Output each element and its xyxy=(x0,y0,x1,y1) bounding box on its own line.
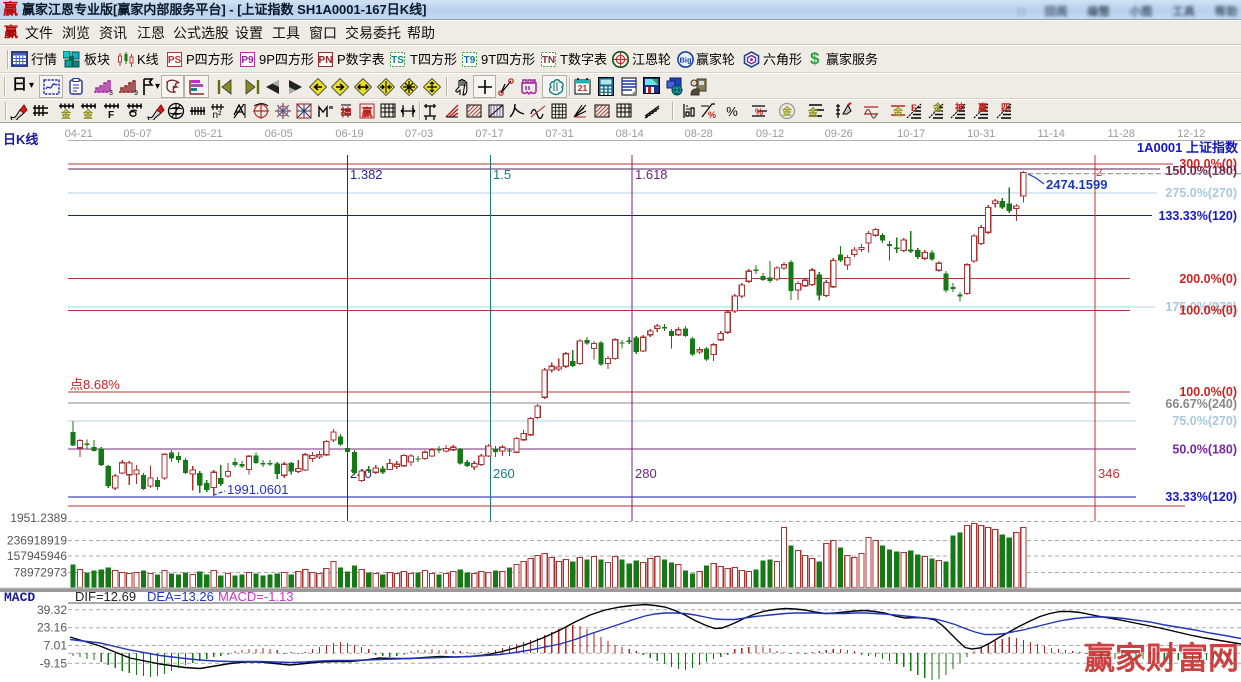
svg-text:点8.68%: 点8.68% xyxy=(70,377,120,392)
svg-text:1.5: 1.5 xyxy=(493,167,511,182)
svg-text:四: 四 xyxy=(1001,103,1011,114)
svg-text:金: 金 xyxy=(892,106,904,119)
svg-text:157945946: 157945946 xyxy=(7,549,67,563)
svg-text:金: 金 xyxy=(781,105,793,118)
svg-text:75.0%(270): 75.0%(270) xyxy=(1172,414,1237,428)
svg-text:07-31: 07-31 xyxy=(545,128,573,140)
svg-text:DEA=13.26: DEA=13.26 xyxy=(147,589,214,604)
svg-text:1991.0601: 1991.0601 xyxy=(227,482,288,497)
svg-text:神: 神 xyxy=(955,102,965,114)
svg-text:F: F xyxy=(911,103,917,114)
svg-text:21: 21 xyxy=(578,83,588,93)
svg-text:07-03: 07-03 xyxy=(405,128,433,140)
svg-text:06-19: 06-19 xyxy=(335,128,363,140)
svg-text:08-28: 08-28 xyxy=(685,128,713,140)
svg-text:7.01: 7.01 xyxy=(44,639,68,653)
svg-text:11-14: 11-14 xyxy=(1038,128,1065,140)
svg-text:%: % xyxy=(708,110,716,120)
svg-text:MACD: MACD xyxy=(4,590,35,605)
svg-text:MACD=-1.13: MACD=-1.13 xyxy=(218,589,294,604)
svg-text:PS: PS xyxy=(168,55,182,66)
svg-text:日K线: 日K线 xyxy=(3,132,38,147)
svg-text:346: 346 xyxy=(1098,466,1120,481)
svg-text:39.32: 39.32 xyxy=(37,603,67,617)
svg-text:275.0%(270): 275.0%(270) xyxy=(1165,186,1237,200)
svg-text:1.618: 1.618 xyxy=(635,167,668,182)
svg-text:09-12: 09-12 xyxy=(756,128,784,140)
svg-text:07-17: 07-17 xyxy=(475,128,503,140)
svg-text:200.0%(0): 200.0%(0) xyxy=(1179,272,1237,286)
svg-text:赢: 赢 xyxy=(362,105,373,119)
svg-text:260: 260 xyxy=(493,466,515,481)
svg-text:50.0%(180): 50.0%(180) xyxy=(1172,443,1237,457)
svg-text:1A0001 上证指数: 1A0001 上证指数 xyxy=(1137,140,1239,155)
svg-text:33.33%(120): 33.33%(120) xyxy=(1165,490,1237,504)
svg-text:金: 金 xyxy=(60,108,72,120)
svg-text:赢: 赢 xyxy=(978,102,988,114)
svg-text:08-14: 08-14 xyxy=(616,128,644,140)
svg-text:04-21: 04-21 xyxy=(65,128,93,140)
svg-text:150.0%(180): 150.0%(180) xyxy=(1165,164,1237,178)
svg-text:10-17: 10-17 xyxy=(897,128,925,140)
svg-text:133.33%(120): 133.33%(120) xyxy=(1158,209,1237,223)
svg-text:P9: P9 xyxy=(241,55,254,66)
svg-text:236918919: 236918919 xyxy=(7,534,67,548)
svg-text:78972973: 78972973 xyxy=(14,566,68,580)
svg-text:T9: T9 xyxy=(464,55,476,66)
svg-text:09-26: 09-26 xyxy=(825,128,853,140)
svg-text:金: 金 xyxy=(932,102,943,114)
svg-text:06-05: 06-05 xyxy=(265,128,293,140)
svg-text:3: 3 xyxy=(109,90,113,96)
svg-text:-9.15: -9.15 xyxy=(40,656,68,670)
svg-text:11-28: 11-28 xyxy=(1108,128,1135,140)
svg-text:05-21: 05-21 xyxy=(194,128,222,140)
svg-text:1.382: 1.382 xyxy=(350,167,383,182)
svg-text:2474.1599: 2474.1599 xyxy=(1046,177,1107,192)
svg-text:66.67%(240): 66.67%(240) xyxy=(1165,397,1237,411)
svg-text:赢家财富网: 赢家财富网 xyxy=(1084,641,1239,676)
svg-text:9: 9 xyxy=(134,90,138,96)
svg-text:280: 280 xyxy=(635,466,657,481)
svg-text:23.16: 23.16 xyxy=(37,621,67,635)
svg-text:TS: TS xyxy=(391,55,404,66)
svg-text:05-07: 05-07 xyxy=(123,128,151,140)
svg-text:10-31: 10-31 xyxy=(967,128,995,140)
svg-text:PN: PN xyxy=(319,55,333,66)
svg-text:100.0%(0): 100.0%(0) xyxy=(1179,304,1237,318)
svg-text:神: 神 xyxy=(341,105,352,119)
svg-text:金: 金 xyxy=(82,108,94,120)
svg-text:%: % xyxy=(726,104,738,119)
svg-text:金: 金 xyxy=(807,106,819,119)
svg-text:DIF=12.69: DIF=12.69 xyxy=(75,589,136,604)
svg-text:F: F xyxy=(108,110,114,120)
svg-text:12-12: 12-12 xyxy=(1177,128,1205,140)
svg-text:Big: Big xyxy=(679,56,692,65)
svg-text:TN: TN xyxy=(542,55,555,66)
svg-text:n²: n² xyxy=(213,110,223,120)
svg-text:1951.2389: 1951.2389 xyxy=(10,511,67,525)
svg-text:%: % xyxy=(755,107,763,117)
